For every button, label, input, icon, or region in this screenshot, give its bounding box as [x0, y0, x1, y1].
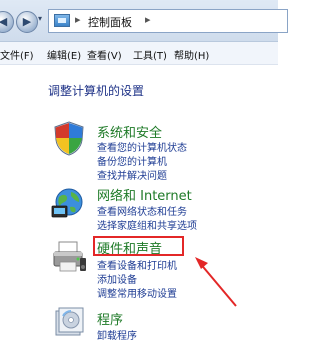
- control-panel-folder-icon: [54, 14, 70, 27]
- back-button[interactable]: ◀: [0, 11, 14, 33]
- printer-icon[interactable]: [50, 240, 88, 274]
- link-homegroup-sharing[interactable]: 选择家庭组和共享选项: [97, 217, 197, 232]
- breadcrumb-separator-icon[interactable]: ▸: [145, 13, 151, 26]
- address-box[interactable]: ▸ 控制面板 ▸: [48, 9, 288, 33]
- menu-bar: 文件(F) 编辑(E) 查看(V) 工具(T) 帮助(H): [0, 42, 278, 65]
- menu-tools[interactable]: 工具(T): [133, 47, 167, 62]
- link-view-computer-status[interactable]: 查看您的计算机状态: [97, 139, 187, 154]
- link-view-network-status[interactable]: 查看网络状态和任务: [97, 203, 187, 218]
- category-programs-title[interactable]: 程序: [97, 309, 123, 328]
- menu-help[interactable]: 帮助(H): [174, 47, 209, 62]
- link-backup-computer[interactable]: 备份您的计算机: [97, 153, 167, 168]
- link-troubleshoot[interactable]: 查找并解决问题: [97, 167, 167, 182]
- menu-edit[interactable]: 编辑(E): [47, 47, 81, 62]
- page-title: 调整计算机的设置: [48, 84, 145, 98]
- shield-icon[interactable]: [52, 120, 86, 156]
- forward-arrow-icon: ▶: [22, 15, 32, 28]
- network-globe-icon[interactable]: [50, 186, 86, 220]
- back-arrow-icon: ◀: [0, 15, 8, 28]
- breadcrumb-control-panel[interactable]: 控制面板: [88, 14, 132, 30]
- menu-file[interactable]: 文件(F): [0, 47, 34, 62]
- category-network-internet-title[interactable]: 网络和 Internet: [97, 185, 192, 204]
- link-devices-printers[interactable]: 查看设备和打印机: [97, 257, 177, 272]
- menu-view[interactable]: 查看(V): [87, 47, 122, 62]
- recent-pages-dropdown-icon[interactable]: ▾: [38, 14, 42, 23]
- link-add-device[interactable]: 添加设备: [97, 271, 137, 286]
- programs-icon[interactable]: [54, 305, 86, 337]
- breadcrumb-separator-icon[interactable]: ▸: [75, 13, 81, 26]
- link-mobility-settings[interactable]: 调整常用移动设置: [97, 285, 177, 300]
- forward-button[interactable]: ▶: [16, 11, 38, 33]
- annotation-highlight-box: [93, 236, 184, 256]
- link-uninstall-program[interactable]: 卸载程序: [97, 327, 137, 342]
- address-bar: ◀ ▶ ▾ ▸ 控制面板 ▸: [0, 0, 288, 42]
